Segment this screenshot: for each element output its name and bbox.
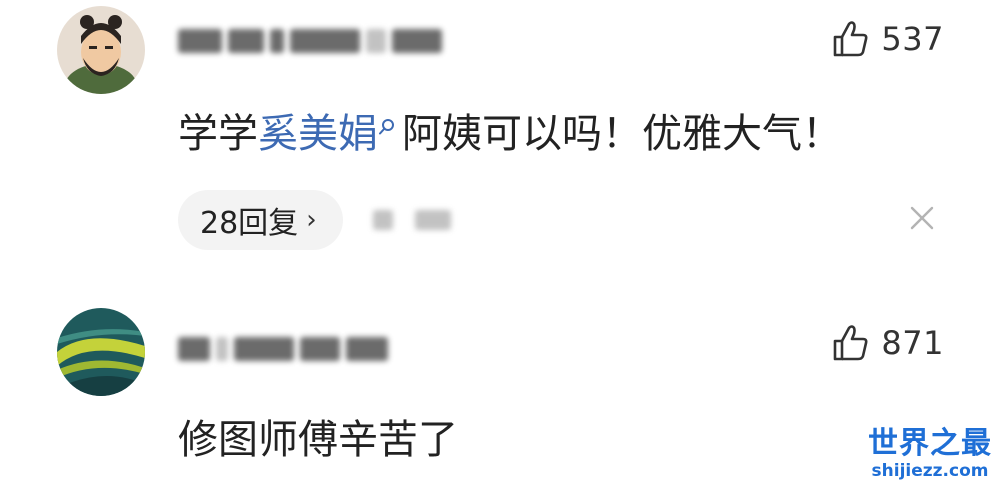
person-search-link[interactable]: 奚美娟 [258, 111, 378, 157]
close-icon [910, 206, 934, 230]
like-button[interactable]: 537 [829, 18, 944, 60]
comment-text: 修图师傅辛苦了 [178, 417, 458, 463]
avatar-image [57, 6, 145, 94]
comment-text: 学学奚美娟 阿姨可以吗！优雅大气！ [178, 108, 842, 160]
comment-text-before: 学学 [178, 111, 258, 157]
blurred-username [290, 29, 360, 53]
username[interactable] [178, 334, 388, 364]
comment-item: 871 修图师傅辛苦了 [0, 290, 1000, 487]
blurred-meta [414, 210, 451, 230]
thumbs-up-icon [829, 18, 871, 60]
like-count: 537 [881, 20, 944, 58]
comment-item: 537 学学奚美娟 阿姨可以吗！优雅大气！ 28回复 › [0, 0, 1000, 270]
watermark: 世界之最 shijiezz.com [868, 426, 992, 482]
blurred-username [234, 337, 294, 361]
blurred-username [178, 337, 210, 361]
view-replies-button[interactable]: 28回复 › [178, 190, 343, 250]
username[interactable] [178, 26, 442, 56]
blurred-username [270, 29, 284, 53]
blurred-username [392, 29, 442, 53]
blurred-username [346, 337, 388, 361]
search-icon[interactable] [378, 118, 396, 136]
blurred-meta [372, 210, 393, 230]
dismiss-button[interactable] [904, 200, 940, 236]
comment-list: 537 学学奚美娟 阿姨可以吗！优雅大气！ 28回复 › 871 修图师傅辛苦了… [0, 0, 1000, 487]
blurred-username [178, 29, 222, 53]
avatar[interactable] [57, 308, 145, 396]
reply-count-label: 28回复 [200, 206, 299, 241]
like-button[interactable]: 871 [829, 322, 944, 364]
blurred-timestamp [372, 210, 451, 230]
comment-text-after: 阿姨可以吗！优雅大气！ [402, 111, 842, 157]
chevron-right-icon: › [306, 205, 317, 235]
blurred-username [366, 29, 386, 53]
blurred-username [228, 29, 264, 53]
avatar[interactable] [57, 6, 145, 94]
watermark-title: 世界之最 [868, 426, 992, 461]
blurred-username [216, 337, 228, 361]
reply-row: 28回复 › [178, 190, 451, 250]
thumbs-up-icon [829, 322, 871, 364]
blurred-username [300, 337, 340, 361]
like-count: 871 [881, 324, 944, 362]
watermark-url: shijiezz.com [871, 461, 989, 481]
avatar-image [57, 308, 145, 396]
